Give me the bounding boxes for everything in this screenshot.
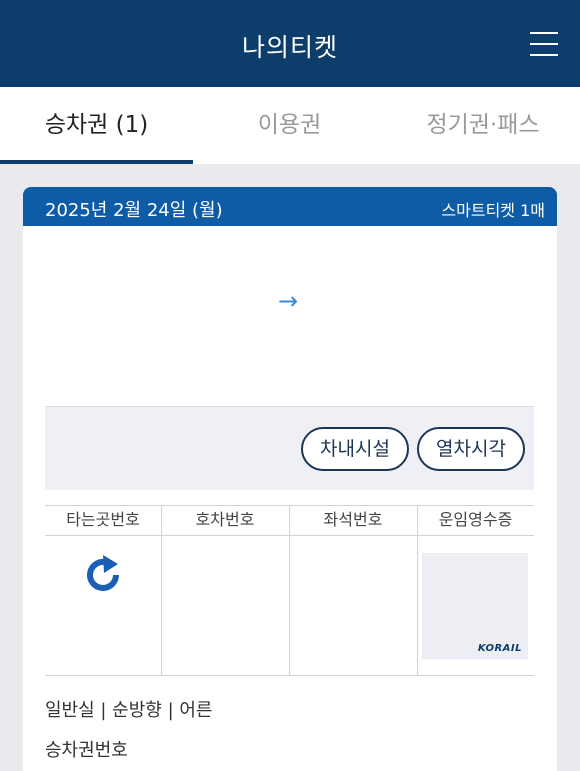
ticket-number-label: 승차권번호: [45, 740, 128, 761]
column-fare-receipt: 운임영수증: [438, 510, 513, 529]
refresh-icon[interactable]: [81, 553, 125, 597]
ticket-action-bar: 차내시설 열차시각: [45, 406, 534, 490]
column-seat-number: 좌석번호: [323, 510, 383, 529]
app-bar: 나의티켓: [0, 0, 580, 87]
onboard-facilities-button[interactable]: 차내시설: [301, 427, 409, 471]
ticket-card: 2025년 2월 24일 (월) 스마트티켓 1매 → 차내시설 열차시각 타는…: [23, 187, 557, 771]
hamburger-menu-icon[interactable]: [530, 30, 558, 58]
tab-season-tickets[interactable]: 정기권·패스: [386, 87, 580, 164]
active-tab-indicator: [0, 160, 193, 164]
ticket-count: 스마트티켓 1매: [441, 201, 545, 220]
route-arrow-icon: →: [278, 287, 299, 315]
column-car-number: 호차번호: [195, 510, 255, 529]
ticket-tabs: 승차권 (1) 이용권 정기권·패스: [0, 87, 580, 164]
tab-passes[interactable]: 이용권: [193, 87, 386, 164]
column-platform-number: 타는곳번호: [66, 510, 140, 529]
page-title: 나의티켓: [241, 33, 338, 62]
fare-receipt-thumbnail[interactable]: KORAIL: [422, 553, 528, 659]
ticket-header: 2025년 2월 24일 (월) 스마트티켓 1매: [23, 187, 557, 226]
tab-tickets-label: 승차권 (1): [44, 112, 149, 138]
seat-class-info: 일반실 | 순방향 | 어른: [45, 700, 213, 721]
ticket-info-grid: 타는곳번호 호차번호 좌석번호 운임영수증 KORAIL: [45, 505, 534, 677]
tab-tickets[interactable]: 승차권 (1): [0, 87, 193, 164]
travel-date: 2025년 2월 24일 (월): [45, 200, 223, 221]
korail-logo: KORAIL: [477, 643, 522, 654]
train-timetable-button[interactable]: 열차시각: [417, 427, 525, 471]
